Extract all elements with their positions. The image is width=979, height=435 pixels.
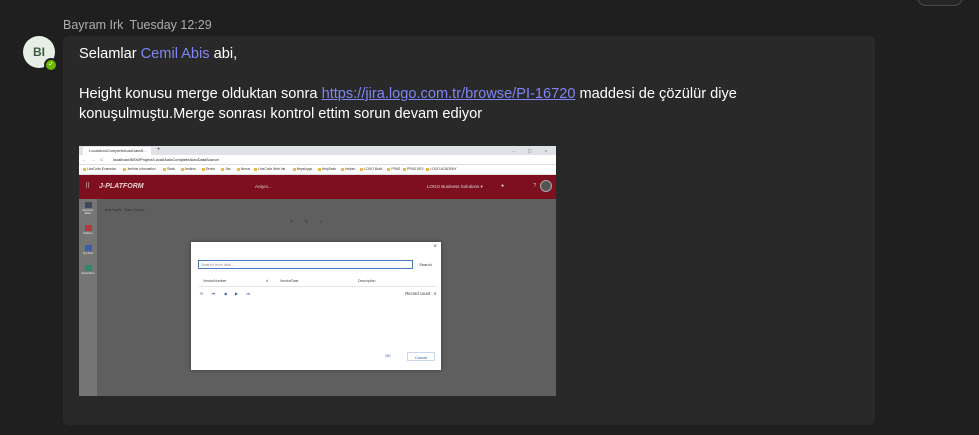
browser-tab: LocalAutoCompleteAutoDataS...	[83, 147, 151, 155]
app-toolbar-icons: + ✎ ⌕	[290, 219, 328, 225]
bookmark-item: PRAS	[387, 167, 400, 172]
attached-screenshot[interactable]: LocalAutoCompleteAutoDataS... + – ▢ × ← …	[79, 146, 556, 396]
browser-nav-icons: ← → C	[82, 157, 106, 162]
browser-address-bar: ← → C localhost:5000/Project/Local/AutoC…	[79, 155, 556, 165]
dialog-search-button: Search	[419, 262, 432, 267]
dialog-record-count: Record count : 4	[405, 291, 436, 296]
column-header: VendorNumber	[203, 279, 227, 283]
app-breadcrumb: Ana Sayfa · Data Source	[105, 208, 145, 212]
new-tab-icon: +	[157, 147, 161, 153]
side-item-model-flow: Model Flow	[81, 265, 95, 275]
bookmark-item: Jira	[221, 167, 230, 172]
bookmark-item: LiveCode Extension	[83, 167, 116, 172]
message-paragraph: Height konusu merge olduktan sonra https…	[79, 86, 737, 122]
browser-url: localhost:5000/Project/Local/AutoComplet…	[113, 157, 219, 162]
jira-link[interactable]: https://jira.logo.com.tr/browse/PI-16720	[322, 86, 576, 102]
column-header: Description	[358, 279, 376, 283]
dialog-table-header: VendorNumber # VendorDate Description	[198, 278, 436, 287]
top-more-button[interactable]	[917, 0, 963, 6]
bookmarks-bar: LiveCode Extension Jenkins Information Sla…	[79, 165, 556, 175]
app-header: ⠿ J-PLATFORM Arayın... LOGO Business Sol…	[79, 175, 556, 199]
dialog-search-input: Search from lists...	[198, 260, 413, 269]
message-meta: Bayram Irk Tuesday 12:29	[63, 18, 212, 32]
bookmark-item: Jenkins	[181, 167, 196, 172]
app-grid-icon: ⠿	[85, 183, 91, 190]
bookmark-item: LOGO ACADEMY	[426, 167, 457, 172]
message-timestamp: Tuesday 12:29	[129, 18, 212, 32]
greeting-line: Selamlar Cemil Abis abi,	[79, 46, 238, 62]
app-company-selector: LOGO Business Solutions ▾	[427, 184, 483, 189]
lookup-dialog: × Search from lists... Search VendorNumb…	[191, 242, 441, 370]
bookmark-item: Senior	[202, 167, 216, 172]
browser-tab-strip: LocalAutoCompleteAutoDataS... + – ▢ ×	[79, 146, 556, 155]
side-item-platform: Platform	[81, 225, 95, 235]
app-user-avatar	[540, 180, 552, 192]
bookmark-item: Neyaluygo	[293, 167, 313, 172]
bookmark-item: Helpim	[341, 167, 355, 172]
dialog-pager-icons: ⟳ ⏮ ◀ ▶ ⏭	[200, 291, 254, 296]
author-name: Bayram Irk	[63, 18, 124, 32]
column-header: VendorDate	[280, 279, 299, 283]
bookmark-item: Nexus	[237, 167, 250, 172]
side-item-resource-editor: Resource Editor	[81, 202, 95, 215]
dialog-close-icon: ×	[433, 244, 437, 250]
presence-available-icon: ✓	[44, 58, 58, 72]
window-controls: – ▢ ×	[512, 148, 553, 153]
app-logo: J-PLATFORM	[99, 183, 144, 190]
mention-cemil-abis[interactable]: Cemil Abis	[141, 46, 210, 62]
bookmark-item: HelpDesk	[318, 167, 336, 172]
message-body: Selamlar Cemil Abis abi, Height konusu m…	[79, 44, 859, 124]
bookmark-item: Jenkins Information	[123, 167, 156, 172]
bookmark-item: LOGO Build	[360, 167, 382, 172]
dialog-cancel-button: Cancel	[407, 352, 435, 361]
bookmark-item: LiveCode Web Ide	[254, 167, 285, 172]
dialog-ok-button: OK	[385, 353, 391, 358]
bookmark-item: PRAS DEV	[403, 167, 424, 172]
column-header: #	[266, 279, 268, 283]
bookmark-item: Slack	[163, 167, 175, 172]
side-item-app-flow: App Flow	[81, 245, 95, 255]
message-bubble[interactable]: Selamlar Cemil Abis abi, Height konusu m…	[63, 36, 875, 425]
app-search: Arayın...	[255, 184, 272, 189]
app-sidebar: Resource Editor Platform App Flow Model …	[79, 199, 97, 396]
